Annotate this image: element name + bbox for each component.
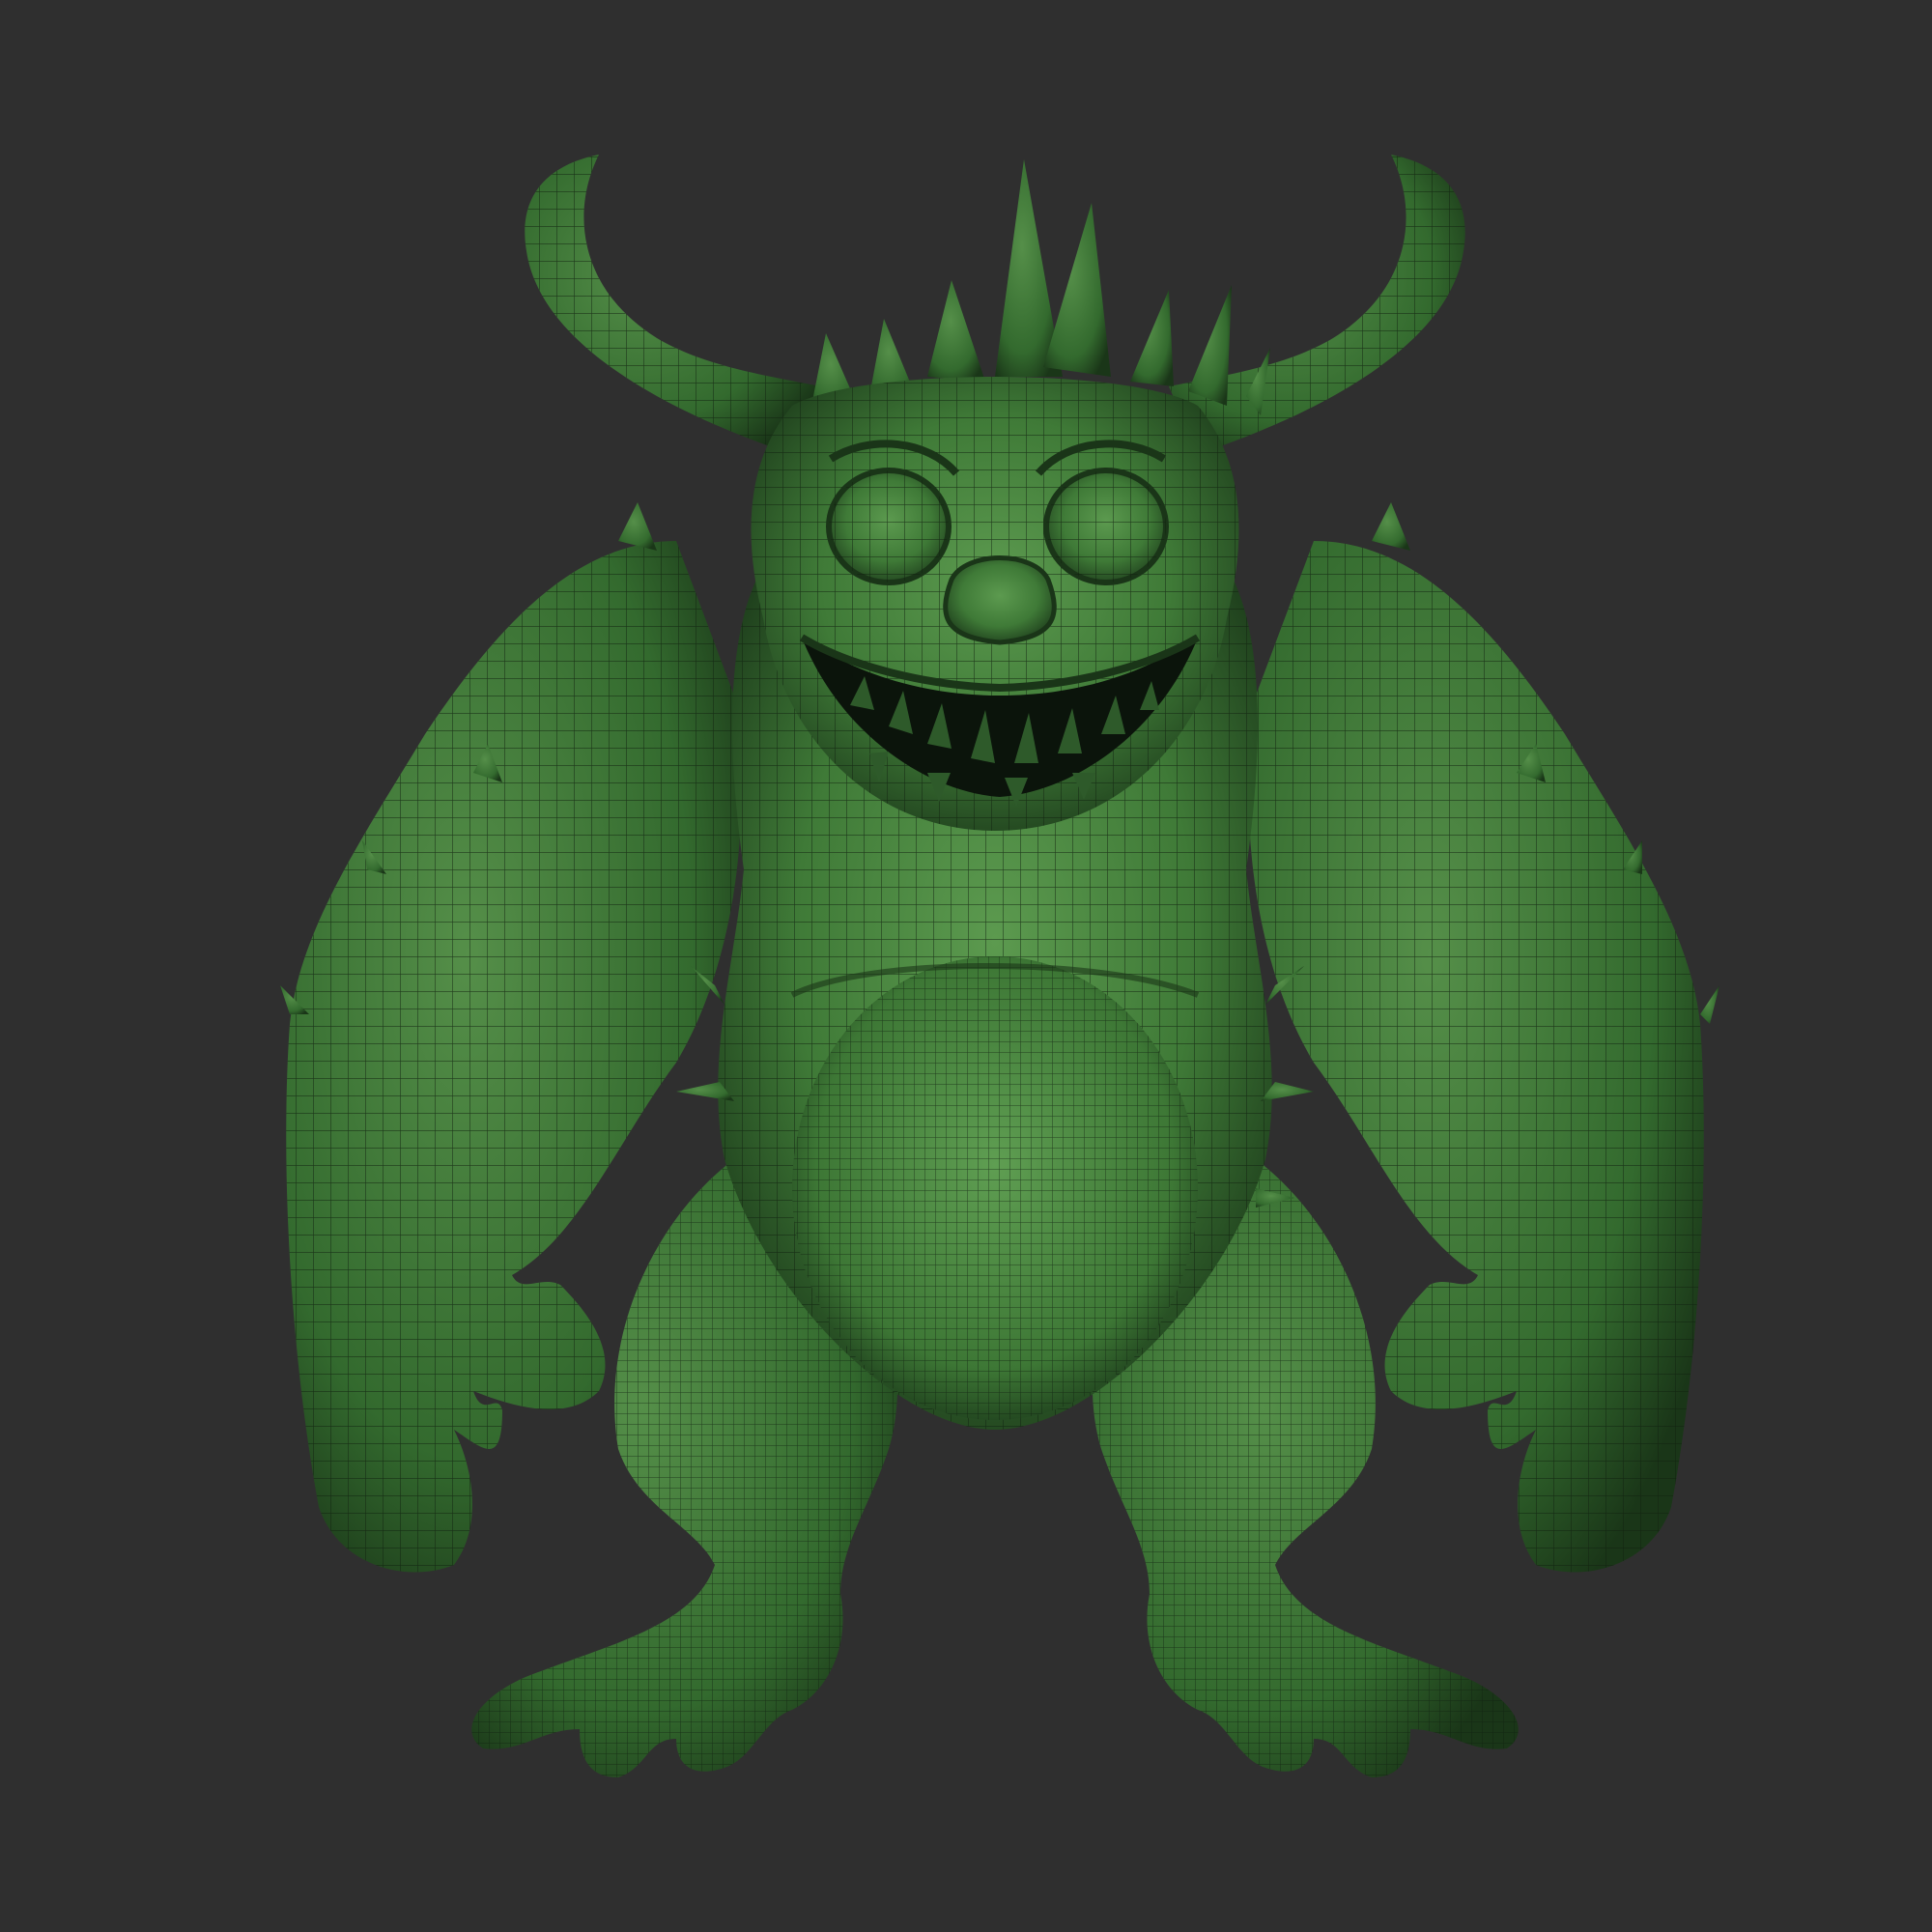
sculpt-viewport[interactable] — [0, 0, 1932, 1932]
right-horn — [1169, 155, 1465, 454]
left-horn — [525, 155, 821, 454]
belly — [790, 956, 1200, 1420]
head-spikes — [811, 159, 1270, 415]
nose — [943, 555, 1057, 645]
monster-model-render — [280, 155, 1719, 1777]
